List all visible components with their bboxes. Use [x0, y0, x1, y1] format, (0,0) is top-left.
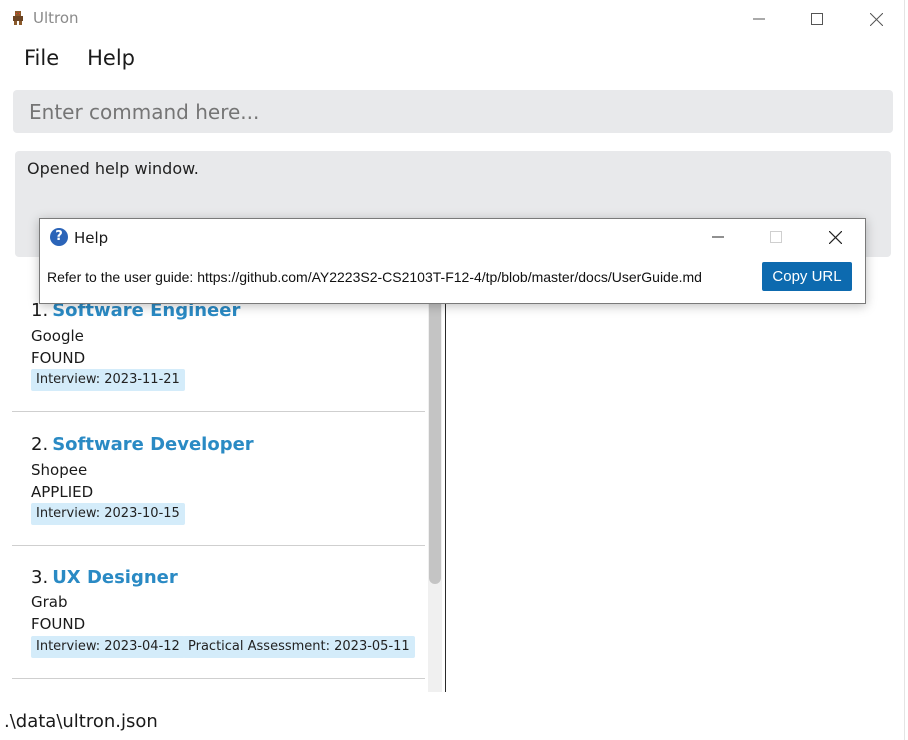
close-icon [869, 12, 883, 26]
list-item[interactable]: 3. UX Designer Grab FOUND Interview: 2023… [12, 546, 425, 679]
maximize-icon [770, 231, 782, 243]
date-tag: Interview: 2023-11-21 [31, 369, 185, 391]
help-message: Refer to the user guide: https://github.… [47, 269, 702, 285]
opening-title: 3. UX Designer [31, 567, 178, 588]
opening-status: FOUND [31, 349, 86, 367]
minimize-icon [712, 236, 724, 238]
maximize-icon [811, 13, 823, 25]
opening-role: UX Designer [52, 567, 178, 588]
command-input[interactable] [13, 90, 893, 133]
opening-index: 2. [31, 434, 49, 455]
menu-help[interactable]: Help [73, 40, 149, 80]
window-title: Ultron [33, 9, 79, 27]
help-window-title: Help [74, 229, 109, 247]
result-message: Opened help window. [27, 159, 199, 178]
close-icon [828, 230, 842, 244]
opening-list[interactable]: 1. Software Engineer Google FOUND Intervi… [12, 258, 446, 692]
help-maximize-button[interactable] [756, 225, 796, 249]
opening-role: Software Developer [52, 434, 254, 455]
card-divider [12, 678, 425, 679]
date-tag: Practical Assessment: 2023-05-11 [183, 636, 415, 658]
close-button[interactable] [853, 6, 899, 32]
opening-company: Grab [31, 593, 68, 611]
menu-file[interactable]: File [0, 40, 73, 80]
opening-company: Shopee [31, 461, 88, 479]
panel-divider [445, 258, 446, 692]
menu-bar: File Help [0, 40, 149, 80]
maximize-button[interactable] [794, 6, 840, 32]
help-close-button[interactable] [815, 225, 855, 249]
ultron-robot-icon [13, 11, 23, 25]
minimize-button[interactable] [736, 6, 782, 32]
opening-status: FOUND [31, 615, 86, 633]
minimize-icon [753, 18, 765, 20]
scroll-thumb[interactable] [429, 276, 441, 584]
date-tag: Interview: 2023-04-12 [31, 636, 185, 658]
opening-company: Google [31, 327, 84, 345]
list-scrollbar[interactable] [428, 270, 442, 692]
question-icon: ? [50, 228, 68, 246]
help-minimize-button[interactable] [698, 225, 738, 249]
copy-url-button[interactable]: Copy URL [762, 262, 852, 291]
window-edge [904, 0, 908, 740]
list-item[interactable]: 2. Software Developer Shopee APPLIED Inte… [12, 412, 425, 546]
status-bar-path: .\data\ultron.json [4, 711, 158, 732]
help-window: ? Help Refer to the user guide: https://… [39, 218, 866, 304]
window-title-bar: Ultron [0, 0, 908, 36]
opening-title: 2. Software Developer [31, 434, 254, 455]
opening-index: 3. [31, 567, 49, 588]
date-tag: Interview: 2023-10-15 [31, 503, 185, 525]
opening-status: APPLIED [31, 483, 94, 501]
